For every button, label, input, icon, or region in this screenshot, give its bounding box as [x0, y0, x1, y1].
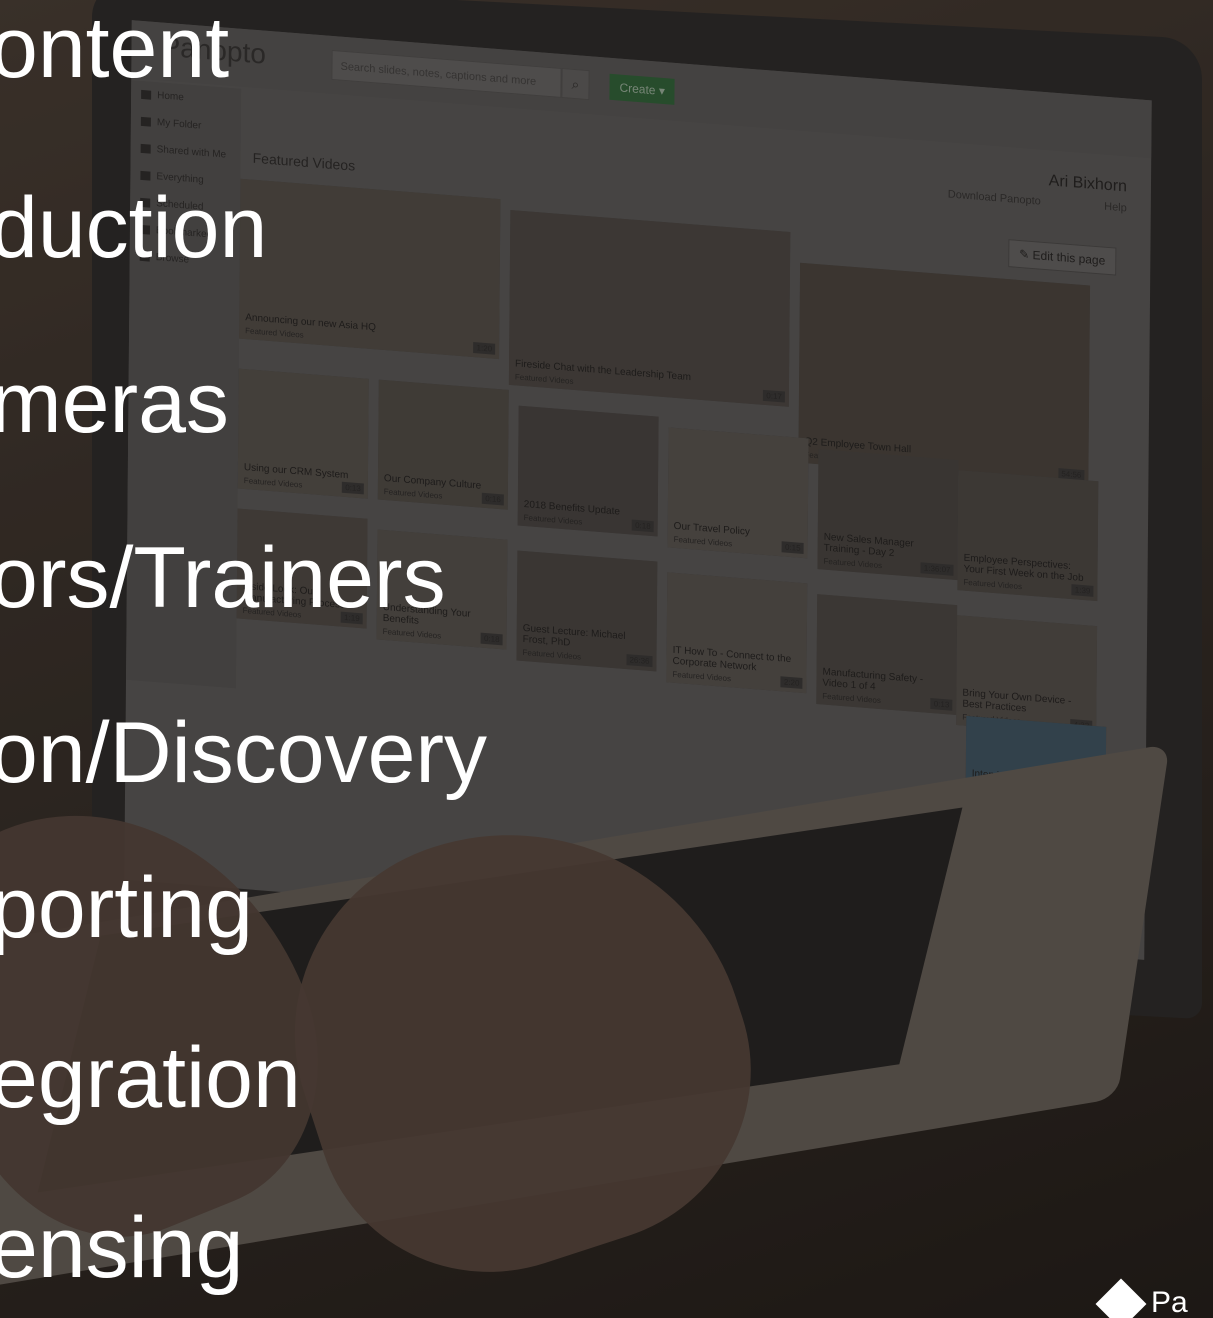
overlay-list: ontent duction meras ors/Trainers on/Dis…: [0, 0, 1213, 1318]
brand-text: Pa: [1151, 1286, 1188, 1318]
overlay-item: ors/Trainers: [0, 530, 446, 626]
overlay-item: ensing: [0, 1200, 244, 1296]
overlay-item: on/Discovery: [0, 705, 488, 801]
overlay-item: egration: [0, 1030, 301, 1126]
overlay-item: meras: [0, 355, 229, 451]
overlay-item: duction: [0, 180, 268, 276]
overlay-item: ontent: [0, 0, 230, 96]
brand-logo: Pa: [1093, 1278, 1213, 1318]
brand-mark-icon: [1095, 1278, 1147, 1318]
overlay-item: porting: [0, 860, 253, 956]
